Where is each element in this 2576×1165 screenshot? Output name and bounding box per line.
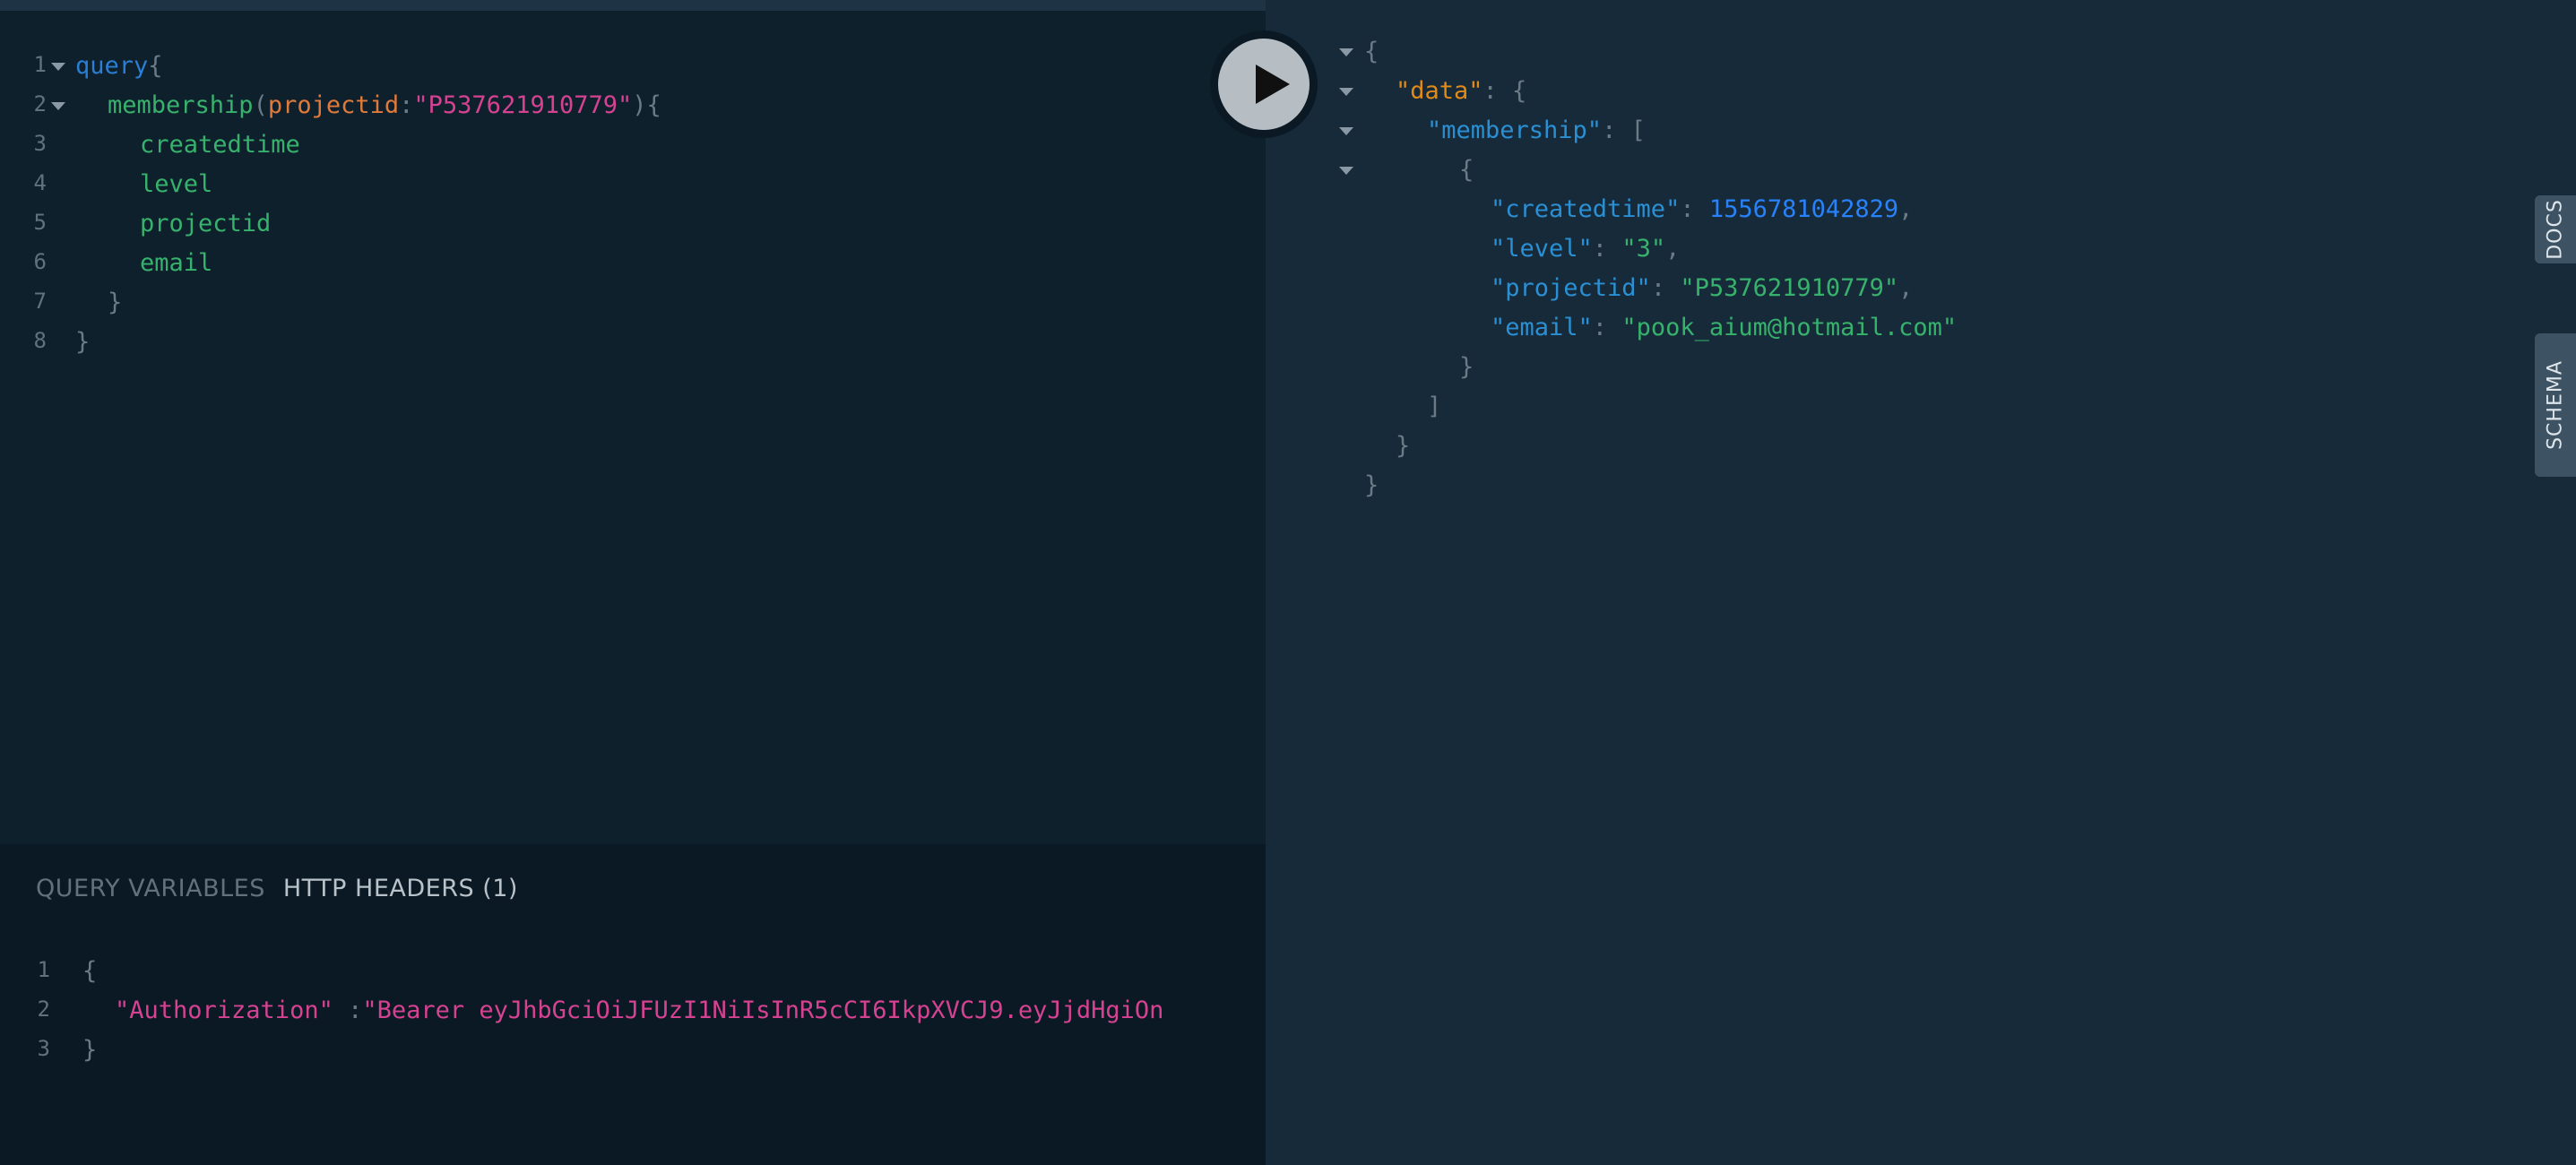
line-number: 2 (33, 91, 47, 116)
run-query-button[interactable] (1210, 30, 1318, 138)
fold-arrow-icon[interactable] (1339, 127, 1353, 135)
header-line[interactable]: "Authorization" :"Bearer eyJhbGciOiJFUzI… (115, 991, 1266, 1031)
brace: { (82, 957, 98, 985)
fold-arrow-icon[interactable] (1339, 88, 1353, 96)
docs-tab[interactable]: DOCS (2535, 195, 2576, 263)
header-key: "Authorization" (115, 997, 333, 1024)
brace: } (1459, 353, 1474, 381)
line-number: 1 (37, 957, 50, 982)
line-number: 3 (33, 131, 47, 156)
separator: : (1592, 235, 1622, 263)
colon: : (399, 91, 414, 119)
createdtime-key: "createdtime" (1491, 195, 1681, 223)
query-field: projectid (140, 210, 272, 237)
field-membership: membership (108, 91, 254, 119)
query-line-2[interactable]: membership(projectid:"P537621910779"){ (108, 86, 661, 125)
schema-tab[interactable]: SCHEMA (2535, 333, 2576, 477)
brace: } (75, 328, 91, 356)
header-value: "Bearer eyJhbGciOiJFUzI1NiIsInR5cCI6IkpX… (362, 997, 1164, 1024)
argument-value: "P537621910779" (413, 91, 633, 119)
result-line-createdtime: "createdtime": 1556781042829, (1491, 190, 1913, 229)
tab-http-headers[interactable]: HTTP HEADERS (1) (283, 875, 518, 902)
result-line-data: "data": { (1396, 72, 1526, 111)
query-line-1[interactable]: query{ (75, 47, 163, 86)
query-field: createdtime (140, 131, 300, 159)
schema-tab-label: SCHEMA (2544, 360, 2567, 450)
line-number: 2 (37, 997, 50, 1022)
separator: : [ (1602, 116, 1646, 144)
query-keyword: query (75, 52, 149, 80)
membership-key: "membership" (1427, 116, 1603, 144)
paren-brace: ){ (632, 91, 661, 119)
separator: : (1592, 314, 1622, 341)
createdtime-value: 1556781042829 (1708, 195, 1899, 223)
play-icon (1256, 65, 1290, 104)
fold-arrow-icon[interactable] (1339, 167, 1353, 175)
fold-arrow-icon[interactable] (51, 63, 65, 71)
fold-arrow-icon[interactable] (1339, 48, 1353, 56)
email-value: "pook_aium@hotmail.com" (1621, 314, 1958, 341)
result-line-email: "email": "pook_aium@hotmail.com" (1491, 308, 1957, 348)
query-field: level (140, 170, 213, 198)
brace: } (108, 289, 123, 316)
line-number: 1 (33, 52, 47, 77)
level-key: "level" (1491, 235, 1593, 263)
brace: } (82, 1036, 98, 1064)
result-line-level: "level": "3", (1491, 229, 1680, 269)
comma: , (1898, 274, 1914, 302)
bracket: ] (1427, 393, 1442, 420)
brace: { (148, 52, 163, 80)
line-number: 7 (33, 289, 47, 314)
projectid-key: "projectid" (1491, 274, 1651, 302)
comma: , (1898, 195, 1914, 223)
data-key: "data" (1396, 77, 1483, 105)
result-line-membership: "membership": [ (1427, 111, 1646, 151)
email-key: "email" (1491, 314, 1593, 341)
paren: ( (253, 91, 268, 119)
comma: , (1665, 235, 1681, 263)
line-number: 6 (33, 249, 47, 274)
brace: { (1459, 156, 1474, 184)
level-value: "3" (1621, 235, 1666, 263)
run-button-face (1218, 39, 1310, 130)
brace: } (1364, 471, 1379, 499)
tab-query-variables[interactable]: QUERY VARIABLES (36, 875, 265, 902)
fold-arrow-icon[interactable] (51, 102, 65, 110)
line-number: 8 (33, 328, 47, 353)
query-field: email (140, 249, 213, 277)
result-line-projectid: "projectid": "P537621910779", (1491, 269, 1913, 308)
header-separator: : (333, 997, 363, 1024)
separator: : (1680, 195, 1709, 223)
brace: } (1396, 432, 1411, 460)
variables-tabs: QUERY VARIABLES HTTP HEADERS (1) (36, 869, 518, 909)
separator: : { (1482, 77, 1527, 105)
line-number: 5 (33, 210, 47, 235)
brace: { (1364, 38, 1379, 65)
line-number: 4 (33, 170, 47, 195)
line-number: 3 (37, 1036, 50, 1061)
docs-tab-label: DOCS (2544, 199, 2567, 260)
argument-name: projectid (267, 91, 400, 119)
projectid-value: "P537621910779" (1680, 274, 1899, 302)
separator: : (1650, 274, 1681, 302)
